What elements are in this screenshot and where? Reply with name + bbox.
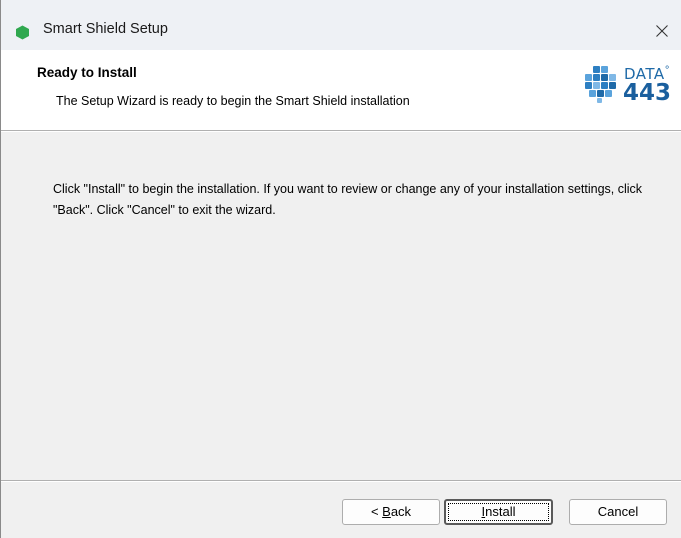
close-icon — [656, 25, 668, 37]
cancel-button[interactable]: Cancel — [569, 499, 667, 525]
setup-wizard-window: Smart Shield Setup Ready to Install The … — [0, 0, 681, 538]
close-button[interactable] — [641, 10, 681, 50]
app-hexagon-icon — [16, 25, 29, 40]
header-separator — [1, 130, 681, 132]
back-button[interactable]: < Back — [342, 499, 440, 525]
step-subtitle: The Setup Wizard is ready to begin the S… — [56, 94, 410, 108]
install-button[interactable]: Install — [444, 499, 553, 525]
footer-separator — [1, 480, 681, 482]
logo-number: 443 — [623, 80, 672, 106]
install-instructions: Click "Install" to begin the installatio… — [53, 182, 643, 217]
data443-logo: DATA° 443 — [579, 62, 679, 112]
window-title: Smart Shield Setup — [43, 21, 168, 37]
data443-logo-icon — [585, 66, 616, 103]
wizard-header: Ready to Install The Setup Wizard is rea… — [1, 50, 681, 130]
title-bar[interactable]: Smart Shield Setup — [1, 0, 681, 50]
step-title: Ready to Install — [37, 65, 137, 80]
